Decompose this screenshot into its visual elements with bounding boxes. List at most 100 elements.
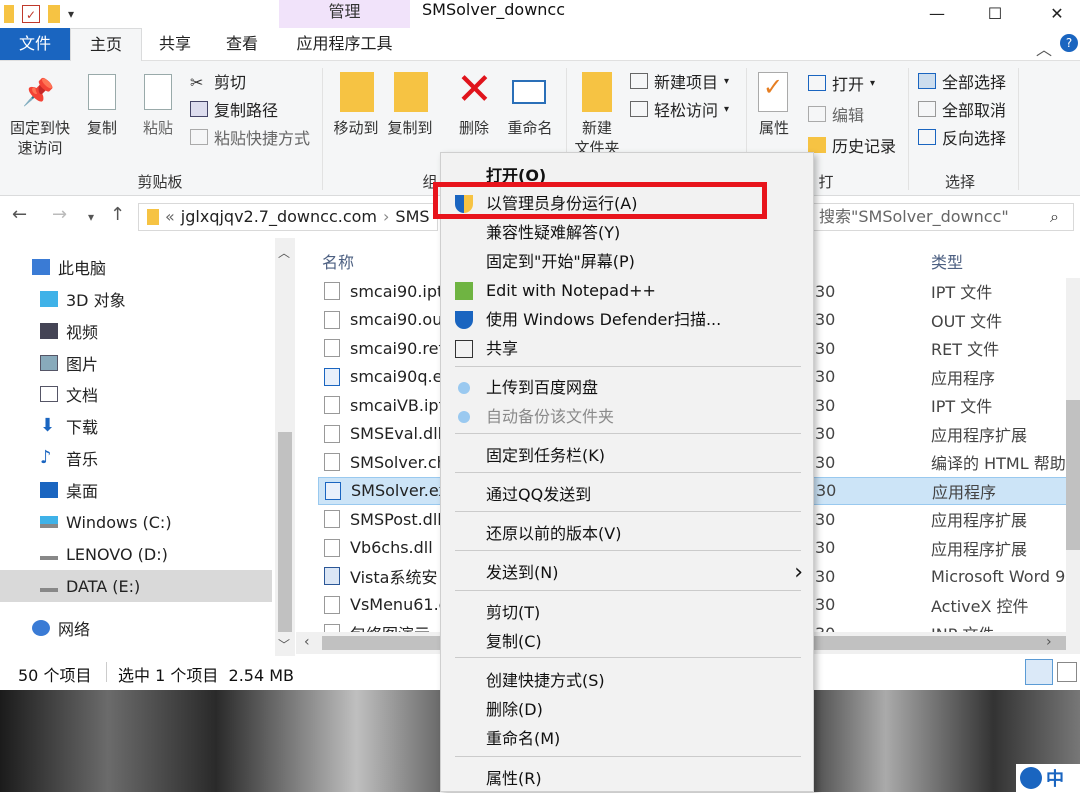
exe-file-icon xyxy=(324,367,340,386)
back-arrow-icon[interactable]: ← xyxy=(12,204,27,225)
maximize-button[interactable]: ☐ xyxy=(964,0,1026,26)
nav-videos[interactable]: 视频 xyxy=(0,315,275,347)
menu-separator xyxy=(455,433,801,434)
select-all-icon xyxy=(918,73,936,89)
tab-share[interactable]: 共享 xyxy=(144,28,206,61)
file-name: SMSPost.dll xyxy=(350,509,442,529)
file-date: 30 xyxy=(815,395,836,415)
open-button[interactable]: 打开 ▾ xyxy=(808,70,875,96)
nav-drive-e[interactable]: DATA (E:) xyxy=(0,570,272,602)
nav-network[interactable]: 网络 xyxy=(0,612,275,644)
menu-item-properties[interactable]: 属性(R) xyxy=(441,764,815,793)
copy-to-button[interactable]: 复制到 xyxy=(382,118,438,138)
menu-item-send-via-qq[interactable]: 通过QQ发送到 xyxy=(441,480,815,509)
menu-item-rename[interactable]: 重命名(M) xyxy=(441,724,815,753)
breadcrumb-segment[interactable]: SMS xyxy=(395,204,429,230)
file-type: ActiveX 控件 xyxy=(931,596,1029,616)
menu-item-label: 删除(D) xyxy=(486,700,543,719)
forward-arrow-icon[interactable]: → xyxy=(52,204,67,225)
folder-icon xyxy=(147,209,159,225)
up-arrow-icon[interactable]: ↑ xyxy=(110,204,125,225)
help-icon[interactable]: ? xyxy=(1060,34,1078,52)
new-item-icon xyxy=(630,73,648,89)
properties-check-icon[interactable]: ✓ xyxy=(22,5,40,23)
menu-item-troubleshoot-compat[interactable]: 兼容性疑难解答(Y) xyxy=(441,218,815,247)
scroll-right-icon[interactable]: › xyxy=(1046,634,1052,650)
scroll-left-icon[interactable]: ‹ xyxy=(304,634,310,650)
address-field[interactable]: « jglxqjqv2.7_downcc.com › SMS xyxy=(138,203,438,231)
file-type: IPT 文件 xyxy=(931,397,993,417)
close-button[interactable]: ✕ xyxy=(1026,0,1080,26)
paste-button[interactable]: 粘贴 xyxy=(138,118,178,138)
menu-item-pin-taskbar[interactable]: 固定到任务栏(K) xyxy=(441,441,815,470)
menu-item-edit-notepadpp[interactable]: Edit with Notepad++ xyxy=(441,276,815,305)
list-scroll-thumb[interactable] xyxy=(1066,400,1080,550)
nav-scroll-thumb[interactable] xyxy=(278,432,292,632)
group-separator xyxy=(1018,68,1019,190)
menu-item-delete[interactable]: 删除(D) xyxy=(441,695,815,724)
history-button[interactable]: 历史记录 xyxy=(808,132,896,158)
nav-this-pc[interactable]: 此电脑 xyxy=(0,251,275,283)
paste-icon xyxy=(144,74,172,110)
edit-button[interactable]: 编辑 xyxy=(808,101,864,127)
select-none-button[interactable]: 全部取消 xyxy=(918,96,1006,122)
tab-file[interactable]: 文件 xyxy=(0,28,70,60)
rename-button[interactable]: 重命名 xyxy=(502,118,558,138)
nav-music[interactable]: ♪ 音乐 xyxy=(0,442,275,474)
tab-home[interactable]: 主页 xyxy=(70,28,142,61)
paste-shortcut-button[interactable]: 粘贴快捷方式 xyxy=(190,124,310,150)
menu-item-restore-versions[interactable]: 还原以前的版本(V) xyxy=(441,519,815,548)
nav-3d-objects[interactable]: 3D 对象 xyxy=(0,283,275,315)
search-input[interactable]: 搜索"SMSolver_downcc" xyxy=(812,203,1074,231)
scroll-down-icon[interactable]: ﹀ xyxy=(278,636,290,653)
column-type[interactable]: 类型 xyxy=(931,249,963,273)
folder-icon[interactable] xyxy=(4,5,14,23)
menu-item-send-to[interactable]: 发送到(N) › xyxy=(441,558,815,587)
collapse-ribbon-icon[interactable]: ︿ xyxy=(1036,36,1052,60)
easy-access-button[interactable]: 轻松访问 ▾ xyxy=(630,96,729,122)
menu-item-share[interactable]: 共享 xyxy=(441,334,815,363)
ime-mode[interactable]: 中 xyxy=(1046,765,1064,791)
move-to-button[interactable]: 移动到 xyxy=(328,118,384,138)
recent-locations-icon[interactable]: ▾ xyxy=(88,210,94,224)
breadcrumb-segment[interactable]: jglxqjqv2.7_downcc.com xyxy=(181,204,377,230)
nav-documents[interactable]: 文档 xyxy=(0,378,275,410)
chevron-down-icon[interactable]: ▾ xyxy=(68,7,74,21)
new-item-button[interactable]: 新建项目 ▾ xyxy=(630,68,729,94)
manage-context-tab[interactable]: 管理 xyxy=(279,0,410,28)
menu-item-copy[interactable]: 复制(C) xyxy=(441,627,815,656)
highlight-box xyxy=(433,182,767,219)
path-overflow[interactable]: « xyxy=(165,204,175,230)
menu-item-defender-scan[interactable]: 使用 Windows Defender扫描... xyxy=(441,305,815,334)
copy-path-button[interactable]: 复制路径 xyxy=(190,96,278,122)
cut-button[interactable]: ✂ 剪切 xyxy=(190,68,246,94)
nav-pictures[interactable]: 图片 xyxy=(0,347,275,379)
scroll-up-icon[interactable]: ︿ xyxy=(278,244,290,261)
minimize-button[interactable]: — xyxy=(906,0,968,26)
menu-item-create-shortcut[interactable]: 创建快捷方式(S) xyxy=(441,666,815,695)
properties-button[interactable]: 属性 xyxy=(754,118,794,138)
new-folder-icon[interactable] xyxy=(48,5,60,23)
menu-item-pin-to-start[interactable]: 固定到"开始"屏幕(P) xyxy=(441,247,815,276)
tab-app-tools[interactable]: 应用程序工具 xyxy=(279,28,410,61)
open-icon xyxy=(808,75,826,91)
menu-item-auto-backup[interactable]: 自动备份该文件夹 xyxy=(441,402,815,431)
nav-desktop[interactable]: 桌面 xyxy=(0,474,275,506)
menu-separator xyxy=(455,550,801,551)
nav-drive-c[interactable]: Windows (C:) xyxy=(0,506,275,538)
search-icon[interactable]: ⌕ xyxy=(1050,207,1059,227)
menu-item-cut[interactable]: 剪切(T) xyxy=(441,598,815,627)
nav-drive-d[interactable]: LENOVO (D:) xyxy=(0,538,275,570)
tab-view[interactable]: 查看 xyxy=(210,28,274,61)
pin-quick-access-button[interactable]: 固定到快 速访问 xyxy=(4,118,76,158)
copy-button[interactable]: 复制 xyxy=(82,118,122,138)
ime-tray[interactable]: 中 xyxy=(1016,764,1080,792)
details-view-icon[interactable] xyxy=(1025,659,1053,685)
delete-button[interactable]: 删除 xyxy=(452,118,496,138)
large-icons-view-icon[interactable] xyxy=(1057,662,1077,682)
select-all-button[interactable]: 全部选择 xyxy=(918,68,1006,94)
invert-selection-button[interactable]: 反向选择 xyxy=(918,124,1006,150)
column-name[interactable]: 名称 xyxy=(322,249,354,273)
nav-downloads[interactable]: ⬇ 下载 xyxy=(0,410,275,442)
menu-item-upload-baidu[interactable]: 上传到百度网盘 xyxy=(441,373,815,402)
